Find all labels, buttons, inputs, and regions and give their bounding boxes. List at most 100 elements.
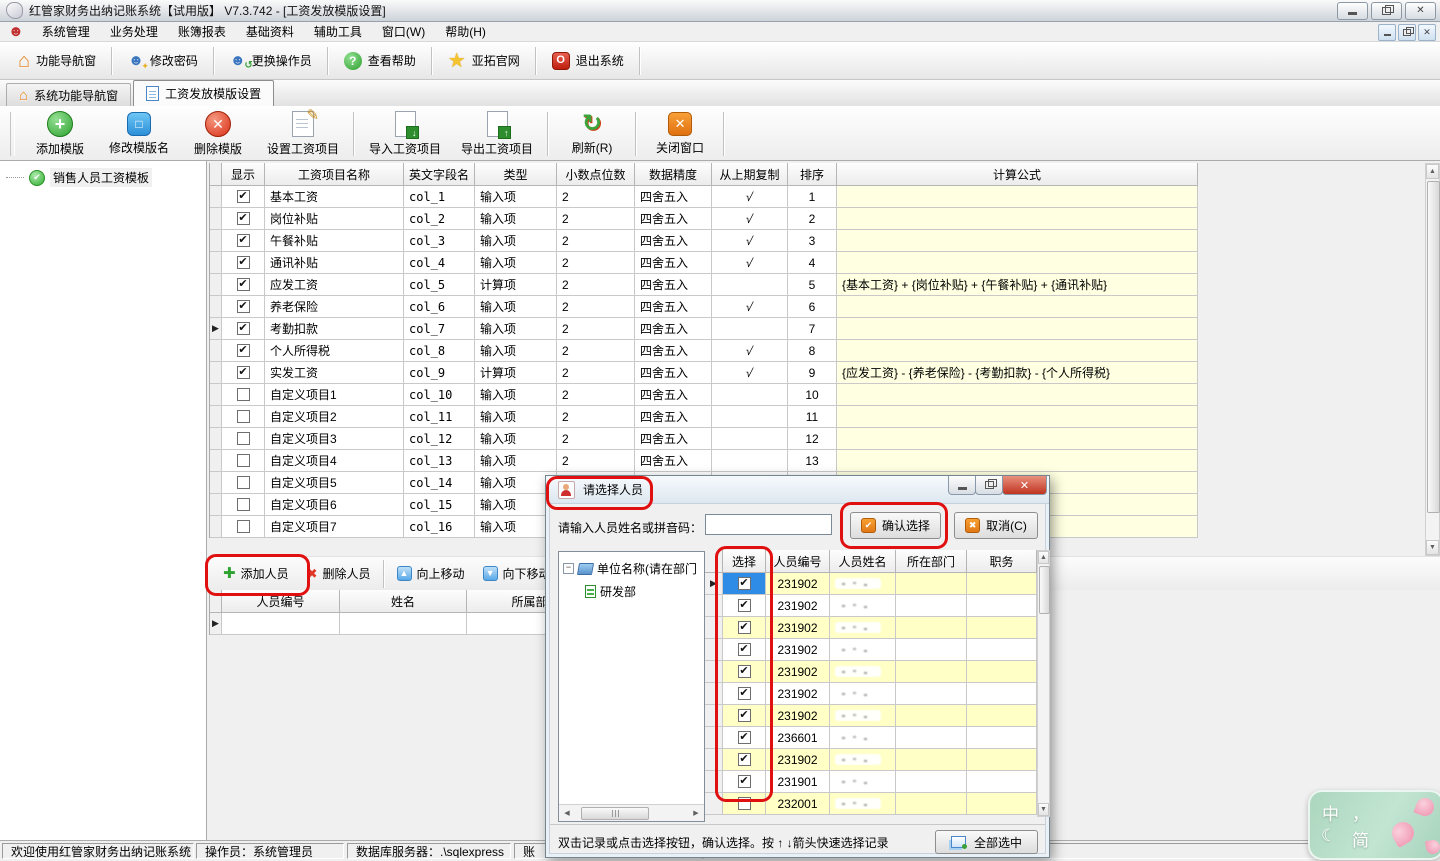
menu-item-2[interactable]: 账簿报表 [168, 21, 236, 42]
salary-row-10[interactable]: 自定义项目1col_10输入项2四舍五入10 [210, 384, 1198, 406]
toolbar-button-关闭窗口[interactable]: ✕关闭窗口 [641, 110, 719, 158]
mdi-restore-button[interactable] [1398, 24, 1416, 41]
show-checkbox[interactable] [237, 498, 250, 511]
menu-item-1[interactable]: 业务处理 [100, 21, 168, 42]
toolbar-button-查看帮助[interactable]: ?查看帮助 [332, 48, 428, 74]
precision-cell[interactable]: 四舍五入 [635, 186, 712, 208]
personnel-select-row-6[interactable]: ✔231902 [705, 683, 1037, 705]
person-code-cell[interactable]: 232001 [766, 793, 830, 815]
person-code-cell[interactable]: 231902 [766, 749, 830, 771]
precision-cell[interactable]: 四舍五入 [635, 428, 712, 450]
department-cell[interactable] [896, 793, 967, 815]
copy-prev-cell[interactable]: √ [712, 252, 788, 274]
precision-cell[interactable]: 四舍五入 [635, 296, 712, 318]
role-cell[interactable] [967, 683, 1037, 705]
decimals-cell[interactable]: 2 [557, 450, 635, 472]
field-name-cell[interactable]: col_16 [404, 516, 475, 538]
menu-item-5[interactable]: 窗口(W) [372, 21, 435, 42]
toolbar-button-退出系统[interactable]: O退出系统 [540, 48, 636, 74]
role-cell[interactable] [967, 661, 1037, 683]
formula-cell[interactable] [837, 186, 1198, 208]
formula-cell[interactable] [837, 208, 1198, 230]
salary-row-4[interactable]: ✔通讯补贴col_4输入项2四舍五入√4 [210, 252, 1198, 274]
show-checkbox[interactable] [237, 432, 250, 445]
menu-item-4[interactable]: 辅助工具 [304, 21, 372, 42]
toolbar-button-更换操作员[interactable]: ☻更换操作员 [218, 48, 324, 73]
select-checkbox[interactable]: ✔ [738, 753, 751, 766]
order-cell[interactable]: 6 [788, 296, 837, 318]
copy-prev-cell[interactable]: √ [712, 340, 788, 362]
scroll-down-arrow-icon[interactable]: ▼ [1426, 540, 1439, 555]
personnel-select-row-1[interactable]: ▶✔231902 [705, 573, 1037, 595]
item-name-cell[interactable]: 自定义项目5 [265, 472, 404, 494]
type-cell[interactable]: 输入项 [475, 252, 557, 274]
personnel-select-row-5[interactable]: ✔231902 [705, 661, 1037, 683]
order-cell[interactable]: 10 [788, 384, 837, 406]
item-name-cell[interactable]: 基本工资 [265, 186, 404, 208]
field-name-cell[interactable]: col_8 [404, 340, 475, 362]
select-checkbox[interactable]: ✔ [738, 687, 751, 700]
toolbar-button-导入工资项目[interactable]: 导入工资项目 [359, 109, 451, 159]
person-name-cell[interactable] [830, 639, 896, 661]
precision-cell[interactable]: 四舍五入 [635, 340, 712, 362]
item-name-cell[interactable]: 养老保险 [265, 296, 404, 318]
item-name-cell[interactable]: 自定义项目1 [265, 384, 404, 406]
item-name-cell[interactable]: 通讯补贴 [265, 252, 404, 274]
copy-prev-cell[interactable] [712, 406, 788, 428]
salary-row-5[interactable]: ✔应发工资col_5计算项2四舍五入5{基本工资} + {岗位补贴} + {午餐… [210, 274, 1198, 296]
personnel-select-row-3[interactable]: ✔231902 [705, 617, 1037, 639]
minimize-button[interactable] [1337, 2, 1368, 20]
order-cell[interactable]: 11 [788, 406, 837, 428]
formula-cell[interactable] [837, 406, 1198, 428]
scrollbar-thumb[interactable] [1427, 181, 1440, 513]
salary-row-7[interactable]: ▶✔考勤扣款col_7输入项2四舍五入7 [210, 318, 1198, 340]
menu-item-0[interactable]: 系统管理 [32, 21, 100, 42]
field-name-cell[interactable]: col_11 [404, 406, 475, 428]
department-cell[interactable] [896, 661, 967, 683]
scrollbar-thumb[interactable] [1039, 566, 1050, 614]
show-checkbox[interactable] [237, 476, 250, 489]
department-cell[interactable] [896, 617, 967, 639]
tree-item-sales-template[interactable]: ✔ 销售人员工资模板 [6, 168, 152, 187]
precision-cell[interactable]: 四舍五入 [635, 406, 712, 428]
type-cell[interactable]: 输入项 [475, 208, 557, 230]
show-checkbox[interactable]: ✔ [237, 234, 250, 247]
person-code-cell[interactable]: 231902 [766, 705, 830, 727]
person-name-cell[interactable] [830, 573, 896, 595]
salary-row-11[interactable]: 自定义项目2col_11输入项2四舍五入11 [210, 406, 1198, 428]
show-checkbox[interactable] [237, 454, 250, 467]
tab-工资发放模版设置[interactable]: 工资发放模版设置 [133, 80, 274, 106]
formula-cell[interactable] [837, 384, 1198, 406]
field-name-cell[interactable]: col_15 [404, 494, 475, 516]
select-checkbox[interactable] [738, 797, 751, 810]
toolbar-button-功能导航窗[interactable]: ⌂功能导航窗 [6, 47, 108, 75]
role-cell[interactable] [967, 573, 1037, 595]
person-code-cell[interactable]: 236601 [766, 727, 830, 749]
precision-cell[interactable]: 四舍五入 [635, 450, 712, 472]
type-cell[interactable]: 计算项 [475, 362, 557, 384]
item-name-cell[interactable]: 实发工资 [265, 362, 404, 384]
scroll-up-arrow-icon[interactable]: ▲ [1426, 164, 1439, 179]
field-name-cell[interactable]: col_1 [404, 186, 475, 208]
order-cell[interactable]: 3 [788, 230, 837, 252]
decimals-cell[interactable]: 2 [557, 252, 635, 274]
show-checkbox[interactable]: ✔ [237, 366, 250, 379]
decimals-cell[interactable]: 2 [557, 230, 635, 252]
order-cell[interactable]: 13 [788, 450, 837, 472]
department-cell[interactable] [896, 573, 967, 595]
type-cell[interactable]: 输入项 [475, 186, 557, 208]
role-cell[interactable] [967, 749, 1037, 771]
decimals-cell[interactable]: 2 [557, 208, 635, 230]
item-name-cell[interactable]: 个人所得税 [265, 340, 404, 362]
select-checkbox[interactable]: ✔ [738, 599, 751, 612]
copy-prev-cell[interactable]: √ [712, 296, 788, 318]
toolbar-button-修改模版名[interactable]: □修改模版名 [99, 110, 179, 158]
person-name-cell[interactable] [830, 595, 896, 617]
restore-button[interactable] [1371, 2, 1402, 20]
decimals-cell[interactable]: 2 [557, 274, 635, 296]
type-cell[interactable]: 输入项 [475, 406, 557, 428]
show-checkbox[interactable]: ✔ [237, 300, 250, 313]
person-name-cell[interactable] [830, 705, 896, 727]
show-checkbox[interactable]: ✔ [237, 278, 250, 291]
formula-cell[interactable] [837, 252, 1198, 274]
